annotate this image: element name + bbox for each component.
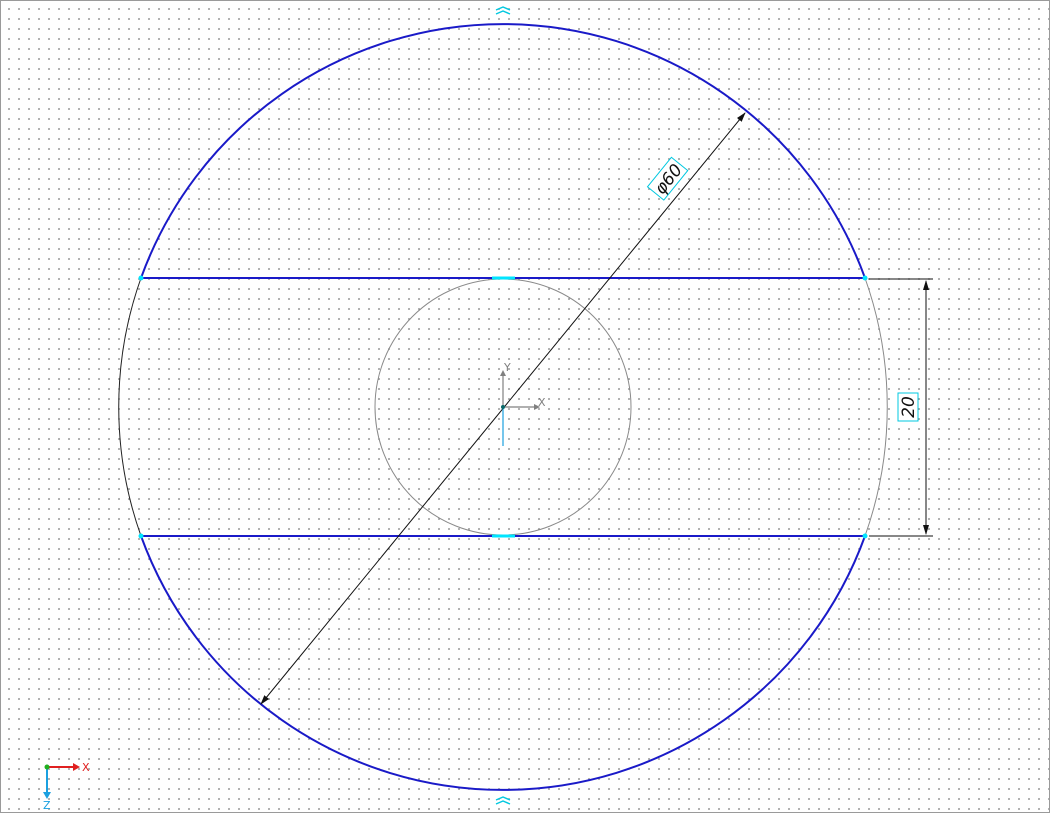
chord-endpoint-marker[interactable] bbox=[862, 275, 868, 281]
local-axis-y-label: Y bbox=[503, 361, 511, 374]
linear-dimension-label[interactable]: 20 bbox=[899, 396, 919, 418]
tangent-constraint-icon[interactable] bbox=[495, 796, 511, 805]
view-orientation-triad: X Z bbox=[43, 761, 90, 812]
chord-endpoint-marker[interactable] bbox=[138, 275, 144, 281]
sketch-canvas[interactable]: φ60 20 Y X X Z bbox=[1, 1, 1050, 814]
triad-x-label: X bbox=[82, 761, 90, 774]
triad-z-label: Z bbox=[43, 799, 51, 812]
sketch-viewport[interactable]: φ60 20 Y X X Z bbox=[0, 0, 1050, 813]
linear-dimension-label-group[interactable]: 20 bbox=[897, 392, 919, 422]
outer-circle-right-edge[interactable] bbox=[864, 277, 888, 537]
outer-circle-top-arc[interactable] bbox=[140, 23, 866, 279]
tangent-constraint-icon[interactable] bbox=[495, 6, 511, 15]
sketch-origin-point[interactable] bbox=[501, 405, 505, 409]
chord-endpoint-marker[interactable] bbox=[138, 533, 144, 539]
outer-circle-bottom-arc[interactable] bbox=[140, 535, 866, 791]
local-axis-x-label: X bbox=[538, 396, 546, 409]
chord-endpoint-marker[interactable] bbox=[862, 533, 868, 539]
diameter-dimension-label-group[interactable]: φ60 bbox=[646, 156, 689, 201]
outer-circle-left-edge[interactable] bbox=[118, 277, 142, 537]
